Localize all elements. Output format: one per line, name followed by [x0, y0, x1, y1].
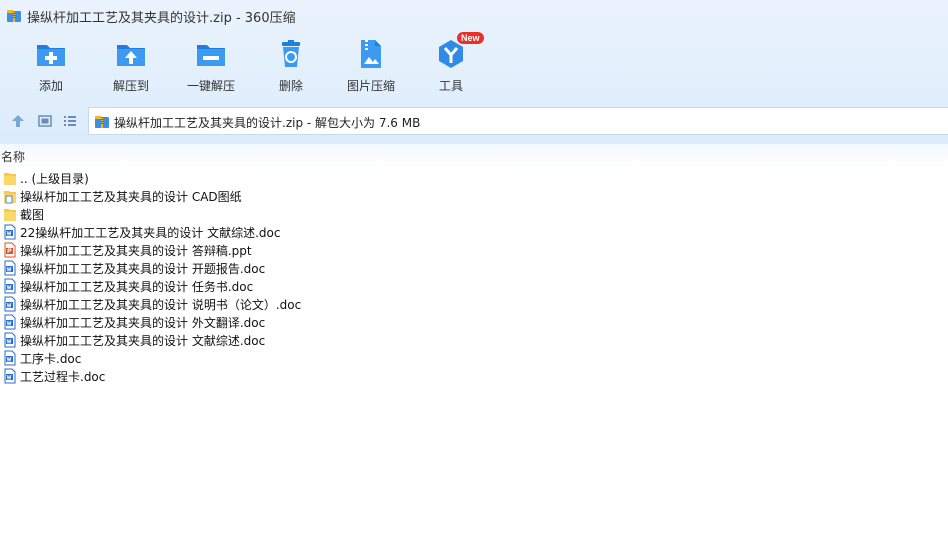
word-document-icon: [3, 260, 17, 276]
file-row[interactable]: 操纵杆加工工艺及其夹具的设计 外文翻译.doc: [0, 313, 948, 331]
navigation-row: 操纵杆加工工艺及其夹具的设计.zip - 解包大小为 7.6 MB: [0, 107, 948, 135]
one-click-extract-button[interactable]: 一键解压: [171, 36, 251, 98]
file-name: 截图: [20, 208, 45, 222]
word-document-icon: [3, 332, 17, 348]
add-button[interactable]: 添加: [11, 36, 91, 98]
file-row[interactable]: 操纵杆加工工艺及其夹具的设计 文献综述.doc: [0, 331, 948, 349]
file-row[interactable]: 操纵杆加工工艺及其夹具的设计 答辩稿.ppt: [0, 241, 948, 259]
zip-archive-icon: [95, 116, 109, 128]
thumbnail-view-icon[interactable]: [37, 113, 53, 129]
image-compress-button[interactable]: 图片压缩: [331, 36, 411, 98]
window-title: 操纵杆加工工艺及其夹具的设计.zip - 360压缩: [27, 11, 296, 26]
title-bar: 操纵杆加工工艺及其夹具的设计.zip - 360压缩: [0, 0, 948, 32]
address-bar[interactable]: 操纵杆加工工艺及其夹具的设计.zip - 解包大小为 7.6 MB: [88, 107, 948, 135]
file-name: 22操纵杆加工工艺及其夹具的设计 文献综述.doc: [20, 226, 281, 240]
one-click-extract-label: 一键解压: [186, 79, 235, 93]
file-row[interactable]: 操纵杆加工工艺及其夹具的设计 任务书.doc: [0, 277, 948, 295]
file-name: 操纵杆加工工艺及其夹具的设计 CAD图纸: [20, 190, 242, 204]
word-document-icon: [3, 368, 17, 384]
word-document-icon: [3, 314, 17, 330]
extract-to-button[interactable]: 解压到: [91, 36, 171, 98]
folder-icon: [3, 206, 17, 222]
file-row[interactable]: 22操纵杆加工工艺及其夹具的设计 文献综述.doc: [0, 223, 948, 241]
new-badge: New: [457, 32, 484, 44]
powerpoint-file-icon: [3, 242, 17, 258]
add-label: 添加: [38, 79, 63, 93]
image-compress-icon: [361, 40, 381, 68]
folder-icon: [3, 170, 17, 186]
extract-to-label: 解压到: [112, 79, 149, 93]
file-name: 操纵杆加工工艺及其夹具的设计 外文翻译.doc: [20, 316, 266, 330]
zip-archive-icon: [7, 10, 21, 22]
file-name: 操纵杆加工工艺及其夹具的设计 文献综述.doc: [20, 334, 266, 348]
file-row[interactable]: 工艺过程卡.doc: [0, 367, 948, 385]
folder-row[interactable]: .. (上级目录): [0, 169, 948, 187]
file-name: 工序卡.doc: [20, 352, 82, 366]
file-name: 工艺过程卡.doc: [20, 370, 106, 384]
list-view-icon[interactable]: [62, 113, 78, 129]
file-name: 操纵杆加工工艺及其夹具的设计 答辩稿.ppt: [20, 244, 252, 258]
file-name: 操纵杆加工工艺及其夹具的设计 说明书（论文）.doc: [20, 298, 302, 312]
word-document-icon: [3, 278, 17, 294]
tools-button[interactable]: New 工具: [411, 32, 491, 98]
file-name: 操纵杆加工工艺及其夹具的设计 任务书.doc: [20, 280, 254, 294]
word-document-icon: [3, 350, 17, 366]
folder-row[interactable]: 操纵杆加工工艺及其夹具的设计 CAD图纸: [0, 187, 948, 205]
file-name: 操纵杆加工工艺及其夹具的设计 开题报告.doc: [20, 262, 266, 276]
delete-button[interactable]: 删除: [251, 36, 331, 98]
file-row[interactable]: 操纵杆加工工艺及其夹具的设计 说明书（论文）.doc: [0, 295, 948, 313]
image-compress-label: 图片压缩: [346, 79, 395, 93]
extract-to-icon: [117, 45, 145, 66]
word-document-icon: [3, 296, 17, 312]
file-row[interactable]: 工序卡.doc: [0, 349, 948, 367]
toolbar: 添加 解压到 一键解压 删除 图片压缩 New 工具: [0, 32, 948, 98]
name-column-label: 名称: [1, 150, 26, 164]
column-header[interactable]: 名称: [0, 144, 948, 168]
top-chrome: 操纵杆加工工艺及其夹具的设计.zip - 360压缩 添加 解压到 一键解压 删…: [0, 0, 948, 144]
file-name: .. (上级目录): [20, 172, 89, 186]
file-list: .. (上级目录) 操纵杆加工工艺及其夹具的设计 CAD图纸 截图 22操纵杆加工工艺…: [0, 169, 948, 385]
file-row[interactable]: 操纵杆加工工艺及其夹具的设计 开题报告.doc: [0, 259, 948, 277]
delete-label: 删除: [278, 79, 303, 93]
word-document-icon: [3, 224, 17, 240]
one-click-extract-icon: [197, 45, 225, 66]
tools-label: 工具: [438, 79, 463, 93]
folder-icon: [3, 188, 17, 204]
address-text: 操纵杆加工工艺及其夹具的设计.zip - 解包大小为 7.6 MB: [114, 116, 421, 130]
folder-row[interactable]: 截图: [0, 205, 948, 223]
up-arrow-icon[interactable]: [10, 113, 26, 129]
delete-icon: [282, 40, 300, 67]
add-icon: [37, 45, 65, 66]
